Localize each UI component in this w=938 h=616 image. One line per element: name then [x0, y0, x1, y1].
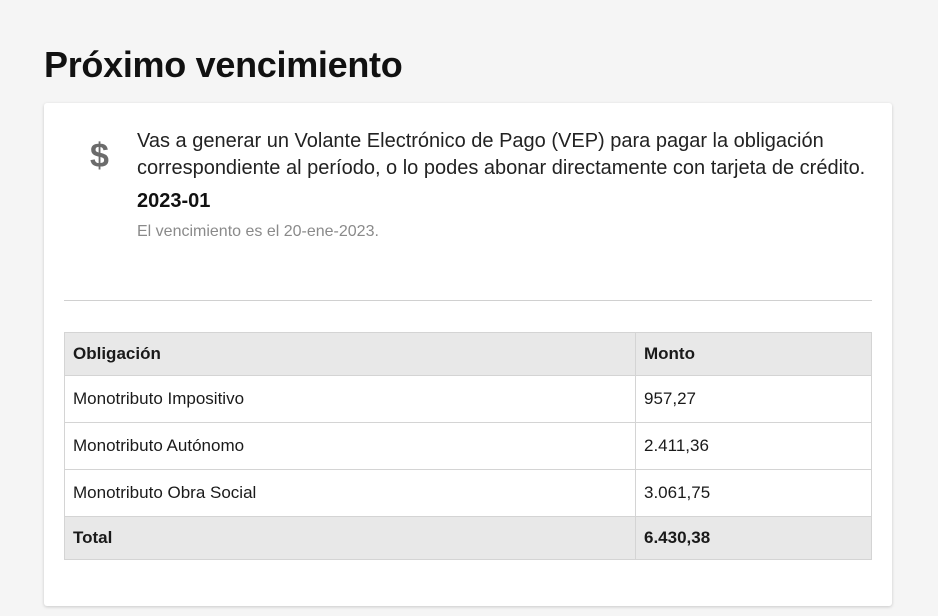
obligation-cell: Monotributo Impositivo — [64, 375, 636, 423]
info-text: Vas a generar un Volante Electrónico de … — [137, 128, 867, 242]
amount-cell: 2.411,36 — [635, 422, 872, 470]
total-row: Total 6.430,38 — [64, 516, 872, 560]
page-title: Próximo vencimiento — [44, 44, 403, 85]
period-label: 2023-01 — [137, 190, 211, 212]
header-amount: Monto — [635, 332, 872, 376]
vep-description: Vas a generar un Volante Electrónico de … — [137, 130, 866, 179]
header-obligation: Obligación — [64, 332, 636, 376]
due-date-note: El vencimiento es el 20-ene-2023. — [137, 223, 379, 240]
divider — [64, 300, 872, 301]
table-row: Monotributo Impositivo 957,27 — [64, 375, 872, 423]
payment-card: $ Vas a generar un Volante Electrónico d… — [44, 103, 892, 606]
dollar-icon: $ — [90, 137, 109, 175]
table-row: Monotributo Autónomo 2.411,36 — [64, 422, 872, 470]
table-header-row: Obligación Monto — [64, 332, 872, 376]
total-amount: 6.430,38 — [635, 516, 872, 560]
obligation-cell: Monotributo Autónomo — [64, 422, 636, 470]
amount-cell: 3.061,75 — [635, 469, 872, 517]
total-label: Total — [64, 516, 636, 560]
obligation-cell: Monotributo Obra Social — [64, 469, 636, 517]
table-row: Monotributo Obra Social 3.061,75 — [64, 469, 872, 517]
amount-cell: 957,27 — [635, 375, 872, 423]
obligations-table: Obligación Monto Monotributo Impositivo … — [64, 332, 872, 560]
